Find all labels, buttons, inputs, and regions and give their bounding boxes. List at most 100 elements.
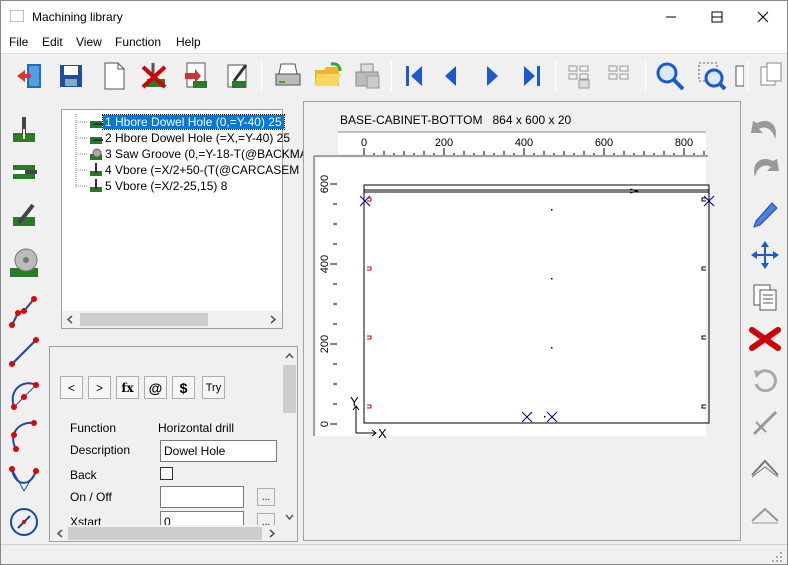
tree-horizontal-scrollbar[interactable] (62, 311, 282, 328)
vertical-drill-button[interactable] (7, 113, 41, 147)
delete-button[interactable] (137, 59, 171, 93)
print-preview-button[interactable] (351, 59, 385, 93)
redo-button[interactable] (747, 149, 783, 185)
tree-item[interactable]: 2 Hbore Dowel Hole (=X,=Y-40) 25 (89, 130, 292, 146)
menu-help[interactable]: Help (176, 35, 201, 49)
axis-x-label: X (378, 426, 387, 441)
arc-3point-button[interactable] (7, 419, 41, 453)
hbore-icon (90, 137, 103, 144)
drawing-canvas[interactable]: 0 200 400 600 800 600 400 200 0 Y X (304, 130, 740, 542)
previous-button[interactable] (434, 59, 468, 93)
chamfer-button[interactable] (747, 495, 783, 531)
fillet-icon (751, 459, 779, 478)
undo-icon (751, 120, 776, 139)
ruler-x-label: 600 (595, 137, 613, 149)
menu-function[interactable]: Function (115, 35, 161, 49)
arc-button[interactable] (7, 377, 41, 411)
move-icon (751, 241, 779, 269)
close-button[interactable] (740, 1, 786, 32)
menu-file[interactable]: File (9, 35, 28, 49)
tree-item-label[interactable]: 5 Vbore (=X/2-25,15) 8 (103, 179, 229, 193)
description-label: Description (70, 443, 131, 457)
save-icon (60, 65, 82, 87)
first-button[interactable] (397, 59, 431, 93)
print-icon (275, 63, 301, 86)
toolbar-separator (645, 60, 646, 92)
print-button[interactable] (271, 59, 305, 93)
saw-button[interactable] (7, 245, 41, 279)
toolbar-separator (391, 60, 392, 92)
fillet-button[interactable] (747, 449, 783, 485)
undo-button[interactable] (747, 111, 783, 147)
scroll-thumb[interactable] (68, 527, 262, 540)
scroll-thumb[interactable] (283, 365, 296, 413)
import-button[interactable] (179, 59, 213, 93)
edit-button[interactable] (220, 59, 254, 93)
line-button[interactable] (7, 335, 41, 369)
tree-item[interactable]: 1 Hbore Dowel Hole (0,=Y-40) 25 (89, 114, 285, 130)
maximize-button[interactable] (694, 1, 740, 32)
scroll-thumb[interactable] (80, 313, 208, 326)
copy-operation-button[interactable] (747, 279, 783, 315)
redo-icon (754, 158, 779, 177)
props-vertical-scrollbar[interactable] (281, 347, 297, 525)
close-icon (757, 11, 769, 22)
tree-item[interactable]: 3 Saw Groove (0,=Y-18-T(@BACKMA (89, 146, 310, 162)
menu-view[interactable]: View (76, 35, 102, 49)
arc-radius-button[interactable] (7, 461, 41, 495)
trim-button[interactable] (747, 405, 783, 441)
operations-tree: 1 Hbore Dowel Hole (0,=Y-40) 25 2 Hbore … (61, 109, 308, 329)
move-button[interactable] (747, 237, 783, 273)
formula-button[interactable]: fx (116, 376, 139, 399)
toolbar-overflow[interactable] (734, 59, 744, 93)
onoff-field[interactable] (160, 486, 244, 508)
tree-item[interactable]: 4 Vbore (=X/2+50-(T(@CARCASEM (89, 162, 301, 178)
delete-operation-button[interactable] (747, 321, 783, 357)
next-button[interactable] (475, 59, 509, 93)
vertical-drill-icon (13, 117, 35, 142)
right-toolbar (743, 101, 787, 542)
edit-pencil-button[interactable] (747, 197, 783, 233)
save-button[interactable] (54, 59, 88, 93)
tree-item-label[interactable]: 4 Vbore (=X/2+50-(T(@CARCASEM (103, 163, 301, 177)
prev-record-button[interactable]: < (60, 376, 83, 399)
drawing-area[interactable]: BASE-CABINET-BOTTOM 864 x 600 x 20 0 200… (303, 101, 741, 541)
onoff-ellipsis-button[interactable]: ... (257, 488, 275, 506)
minimize-button-real[interactable] (648, 1, 694, 32)
tree-item[interactable]: 5 Vbore (=X/2-25,15) 8 (89, 178, 229, 194)
back-checkbox[interactable] (160, 467, 173, 480)
ruler-left (316, 158, 338, 436)
new-button[interactable] (97, 59, 131, 93)
next-record-button[interactable]: > (88, 376, 111, 399)
zoom-button[interactable] (653, 59, 687, 93)
tree-item-label[interactable]: 1 Hbore Dowel Hole (0,=Y-40) 25 (102, 114, 285, 130)
window-title: Machining library (32, 10, 123, 24)
copy-button[interactable] (755, 59, 787, 93)
horizontal-drill-button[interactable] (7, 155, 41, 189)
scroll-left-icon (66, 315, 73, 324)
pattern-2-button[interactable] (603, 59, 637, 93)
last-button[interactable] (515, 59, 549, 93)
open-folder-button[interactable] (311, 59, 345, 93)
ruler-y-label: 400 (319, 255, 331, 273)
tree-item-label[interactable]: 3 Saw Groove (0,=Y-18-T(@BACKMA (103, 147, 310, 161)
menu-edit[interactable]: Edit (42, 35, 63, 49)
polyline-button[interactable] (7, 295, 41, 329)
resize-grip-icon[interactable] (771, 551, 783, 563)
string-button[interactable]: $ (172, 376, 195, 399)
line-icon (9, 337, 39, 367)
zoom-window-button[interactable] (695, 59, 729, 93)
rotate-button[interactable] (747, 363, 783, 399)
circle-button[interactable] (7, 505, 41, 539)
scroll-right-icon (269, 529, 276, 538)
pattern-button[interactable] (563, 59, 597, 93)
try-button[interactable]: Try (202, 376, 225, 399)
props-horizontal-scrollbar[interactable] (50, 525, 281, 541)
exit-button[interactable] (13, 59, 47, 93)
description-field[interactable]: Dowel Hole (160, 440, 277, 462)
zoom-icon (656, 62, 685, 91)
exit-icon (17, 64, 41, 88)
angled-drill-button[interactable] (7, 197, 41, 231)
tree-item-label[interactable]: 2 Hbore Dowel Hole (=X,=Y-40) 25 (103, 131, 292, 145)
variable-button[interactable]: @ (144, 376, 167, 399)
